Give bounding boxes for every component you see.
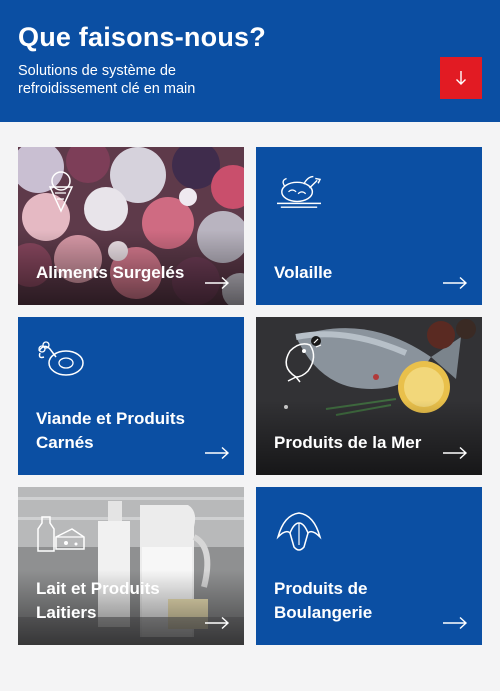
arrow-right-icon <box>205 616 230 630</box>
arrow-down-icon <box>456 71 466 85</box>
roast-chicken-icon <box>277 175 322 208</box>
category-label: Volaille <box>274 263 333 282</box>
arrow-right-icon <box>205 446 230 460</box>
meat-steak-icon <box>38 341 84 376</box>
arrow-right-icon <box>443 616 468 630</box>
category-label: Aliments Surgelés <box>36 263 185 282</box>
category-label: Viande et Produits Carnés <box>36 409 185 452</box>
category-label: Produits de la Mer <box>274 433 422 452</box>
page-subtitle: Solutions de système de refroidissement … <box>18 63 196 97</box>
category-label: Produits de Boulangerie <box>274 579 373 622</box>
category-card-dairy[interactable]: Lait et Produits Laitiers <box>18 487 244 645</box>
scroll-down-button[interactable] <box>440 57 482 99</box>
fish-icon <box>285 338 322 383</box>
category-label: Lait et Produits Laitiers <box>36 579 160 622</box>
page-title: Que faisons-nous? <box>18 22 266 52</box>
category-card-poultry[interactable]: Volaille <box>256 147 482 305</box>
ice-cream-cone-icon <box>48 171 74 213</box>
arrow-right-icon <box>205 276 230 290</box>
arrow-right-icon <box>443 446 468 460</box>
category-card-bakery[interactable]: Produits de Boulangerie <box>256 487 482 645</box>
category-card-meat[interactable]: Viande et Produits Carnés <box>18 317 244 475</box>
page-header: Que faisons-nous? Solutions de système d… <box>0 0 500 122</box>
category-card-frozen-foods[interactable]: Aliments Surgelés <box>18 147 244 305</box>
croissant-icon <box>276 512 322 551</box>
arrow-right-icon <box>443 276 468 290</box>
category-card-seafood[interactable]: Produits de la Mer <box>256 317 482 475</box>
milk-cheese-icon <box>37 516 85 552</box>
